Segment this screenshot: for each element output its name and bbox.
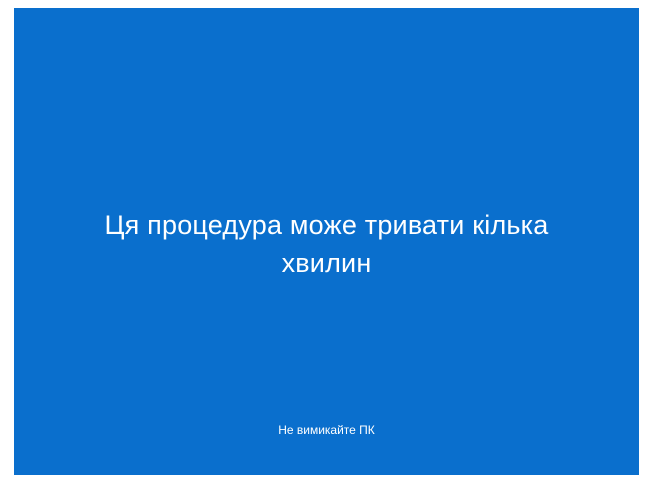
do-not-turn-off-note: Не вимикайте ПК <box>278 423 375 437</box>
progress-message-line-1: Ця процедура може тривати кілька <box>104 210 549 240</box>
update-screen: Ця процедура може тривати кілька хвилин … <box>14 8 639 475</box>
progress-message-line-2: хвилин <box>281 248 372 278</box>
progress-message: Ця процедура може тривати кілька хвилин <box>14 206 639 282</box>
